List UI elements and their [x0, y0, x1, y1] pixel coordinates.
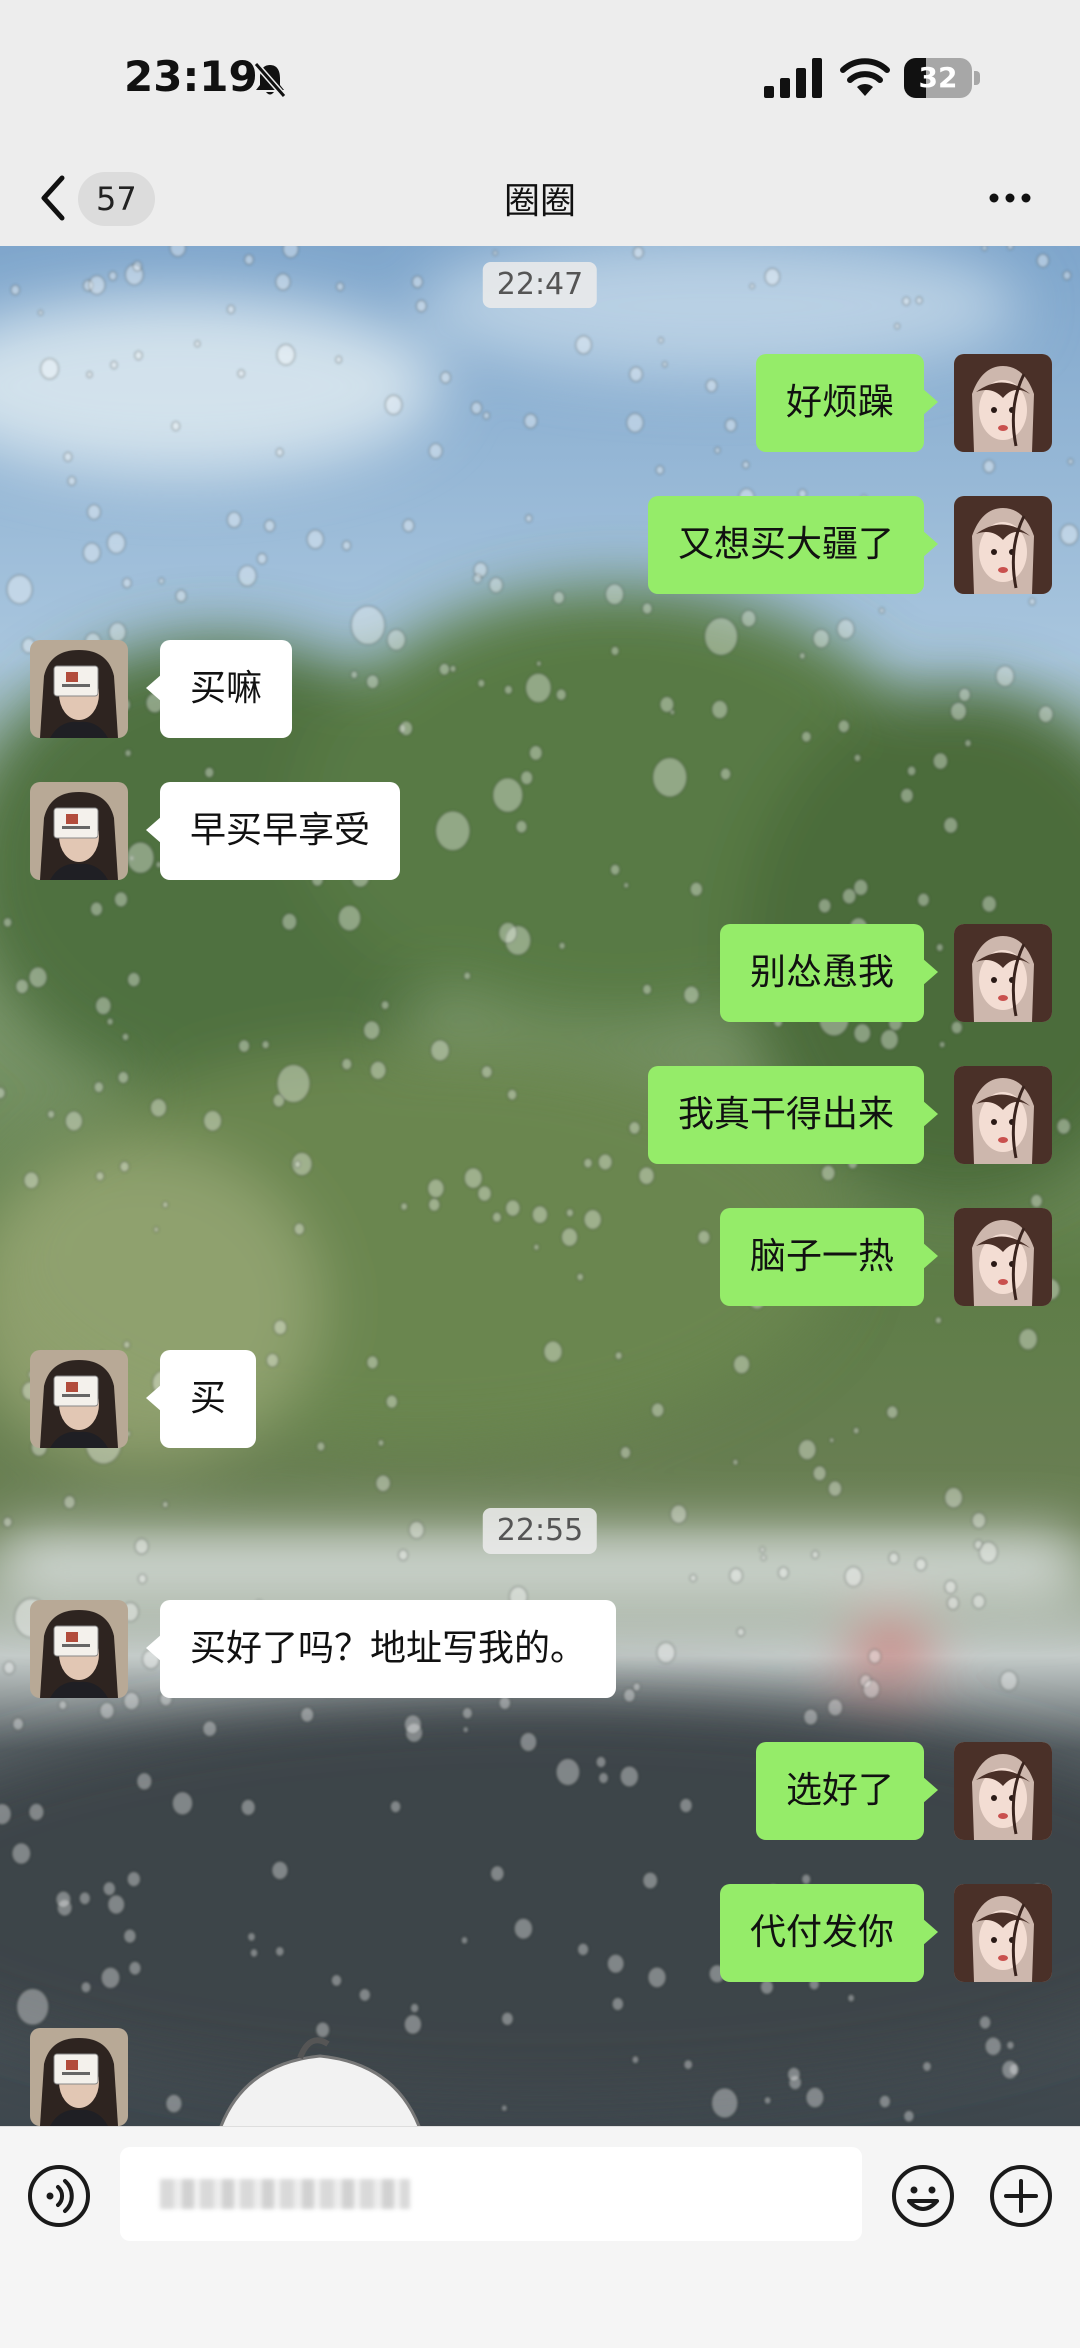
- contact-avatar-image: [30, 1600, 128, 1698]
- my-avatar[interactable]: [954, 1742, 1052, 1840]
- draft-text-obscured: [160, 2179, 410, 2209]
- bell-muted-icon: [253, 62, 287, 98]
- my-avatar[interactable]: [954, 1884, 1052, 1982]
- status-bar: 23:19 32: [0, 0, 1080, 150]
- my-avatar-image: [954, 1066, 1052, 1164]
- contact-avatar[interactable]: [30, 2028, 128, 2126]
- chat-header: 57 圈圈: [0, 150, 1080, 246]
- contact-avatar[interactable]: [30, 782, 128, 880]
- my-avatar-image: [954, 1884, 1052, 1982]
- emoji-icon[interactable]: [890, 2163, 956, 2229]
- my-avatar-image: [954, 496, 1052, 594]
- my-avatar-image: [954, 924, 1052, 1022]
- message-bubble-sent[interactable]: 又想买大疆了: [647, 496, 939, 594]
- contact-avatar-image: [30, 1350, 128, 1448]
- message-input[interactable]: [120, 2147, 862, 2241]
- more-icon[interactable]: [986, 186, 1034, 210]
- message-bubble-sent[interactable]: 别怂恿我: [719, 924, 939, 1022]
- message-bubble-sent[interactable]: 脑子一热: [719, 1208, 939, 1306]
- my-avatar-image: [954, 1208, 1052, 1306]
- my-avatar[interactable]: [954, 354, 1052, 452]
- my-avatar-image: [954, 354, 1052, 452]
- battery-level: 32: [918, 61, 958, 94]
- contact-avatar-image: [30, 2028, 128, 2126]
- time-divider: 22:55: [482, 1508, 598, 1554]
- my-avatar[interactable]: [954, 924, 1052, 1022]
- partial-sticker-image[interactable]: [200, 2036, 440, 2126]
- message-bubble-sent[interactable]: 选好了: [755, 1742, 939, 1840]
- chat-title: 圈圈: [503, 181, 576, 222]
- message-bubble-sent[interactable]: 代付发你: [719, 1884, 939, 1982]
- message-bubble-received[interactable]: 早买早享受: [145, 782, 401, 880]
- wifi-icon: [840, 58, 890, 96]
- battery-icon: 32: [904, 58, 982, 98]
- voice-icon[interactable]: [26, 2163, 92, 2229]
- message-bubble-sent[interactable]: 好烦躁: [755, 354, 939, 452]
- status-time: 23:19: [124, 52, 258, 101]
- plus-icon[interactable]: [988, 2163, 1054, 2229]
- contact-avatar-image: [30, 782, 128, 880]
- my-avatar-image: [954, 1742, 1052, 1840]
- contact-avatar[interactable]: [30, 1600, 128, 1698]
- message-bubble-sent[interactable]: 我真干得出来: [647, 1066, 939, 1164]
- message-bubble-received[interactable]: 买好了吗？地址写我的。: [145, 1600, 617, 1698]
- time-divider: 22:47: [482, 262, 598, 308]
- contact-avatar[interactable]: [30, 640, 128, 738]
- message-bubble-received[interactable]: 买嘛: [145, 640, 293, 738]
- message-bubble-received[interactable]: 买: [145, 1350, 257, 1448]
- my-avatar[interactable]: [954, 1208, 1052, 1306]
- my-avatar[interactable]: [954, 496, 1052, 594]
- signal-icon: [764, 58, 822, 98]
- contact-avatar[interactable]: [30, 1350, 128, 1448]
- chat-area[interactable]: 22:47 22:55 好烦躁 又想买大疆了 买嘛 早买早享受 别怂恿我 我真干…: [0, 246, 1080, 2126]
- my-avatar[interactable]: [954, 1066, 1052, 1164]
- contact-avatar-image: [30, 640, 128, 738]
- input-bar: [0, 2126, 1080, 2348]
